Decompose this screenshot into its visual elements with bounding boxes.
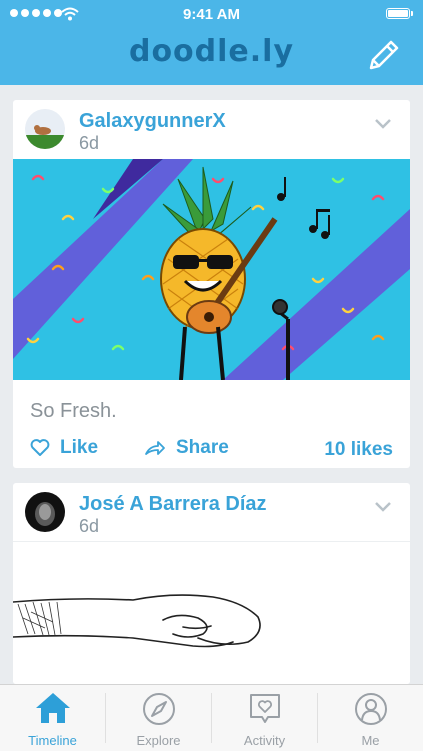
post-age: 6d <box>79 133 100 153</box>
post-drawing[interactable] <box>13 542 410 684</box>
tab-label: Explore <box>136 733 181 748</box>
compose-pencil-icon[interactable] <box>365 38 401 74</box>
status-time: 9:41 AM <box>183 6 240 23</box>
like-button[interactable]: Like <box>30 437 98 459</box>
post-author[interactable]: José A Barrera Díaz <box>79 493 267 516</box>
status-bar: 9:41 AM <box>0 0 423 30</box>
post-actions: Like Share 10 likes <box>13 435 410 465</box>
battery-icon <box>386 8 413 19</box>
post-card: José A Barrera Díaz 6d <box>13 483 410 684</box>
chevron-down-icon[interactable] <box>374 501 392 513</box>
avatar[interactable] <box>25 492 65 532</box>
post-header: José A Barrera Díaz 6d <box>13 483 410 542</box>
heart-bubble-icon <box>249 694 280 723</box>
tab-activity[interactable]: Activity <box>212 685 317 751</box>
post-card: GalaxygunnerX 6d So Fresh. Like Share 10… <box>13 100 410 468</box>
tab-explore[interactable]: Explore <box>106 685 211 751</box>
app-logo: doodle.ly <box>128 34 295 69</box>
avatar[interactable] <box>25 109 65 149</box>
app-header: 9:41 AM doodle.ly <box>0 0 423 85</box>
post-author[interactable]: GalaxygunnerX <box>79 110 226 133</box>
like-label: Like <box>60 437 99 458</box>
share-button[interactable]: Share <box>144 437 229 459</box>
tab-label: Timeline <box>28 733 77 748</box>
post-age: 6d <box>79 516 100 536</box>
likes-count[interactable]: 10 likes <box>324 439 393 461</box>
tab-me[interactable]: Me <box>318 685 423 751</box>
chevron-down-icon[interactable] <box>374 118 392 130</box>
tab-bar: Timeline Explore Activity Me <box>0 684 423 751</box>
share-arrow-icon <box>145 441 165 455</box>
share-label: Share <box>176 437 229 458</box>
home-icon <box>35 693 70 723</box>
user-icon <box>354 693 387 725</box>
tab-label: Activity <box>243 733 286 748</box>
post-drawing[interactable] <box>13 159 410 380</box>
heart-outline-icon <box>30 439 50 456</box>
compass-icon <box>142 693 175 725</box>
tab-label: Me <box>361 733 380 748</box>
post-caption: So Fresh. <box>30 400 117 422</box>
post-header: GalaxygunnerX 6d <box>13 100 410 158</box>
tab-timeline[interactable]: Timeline <box>0 685 105 751</box>
